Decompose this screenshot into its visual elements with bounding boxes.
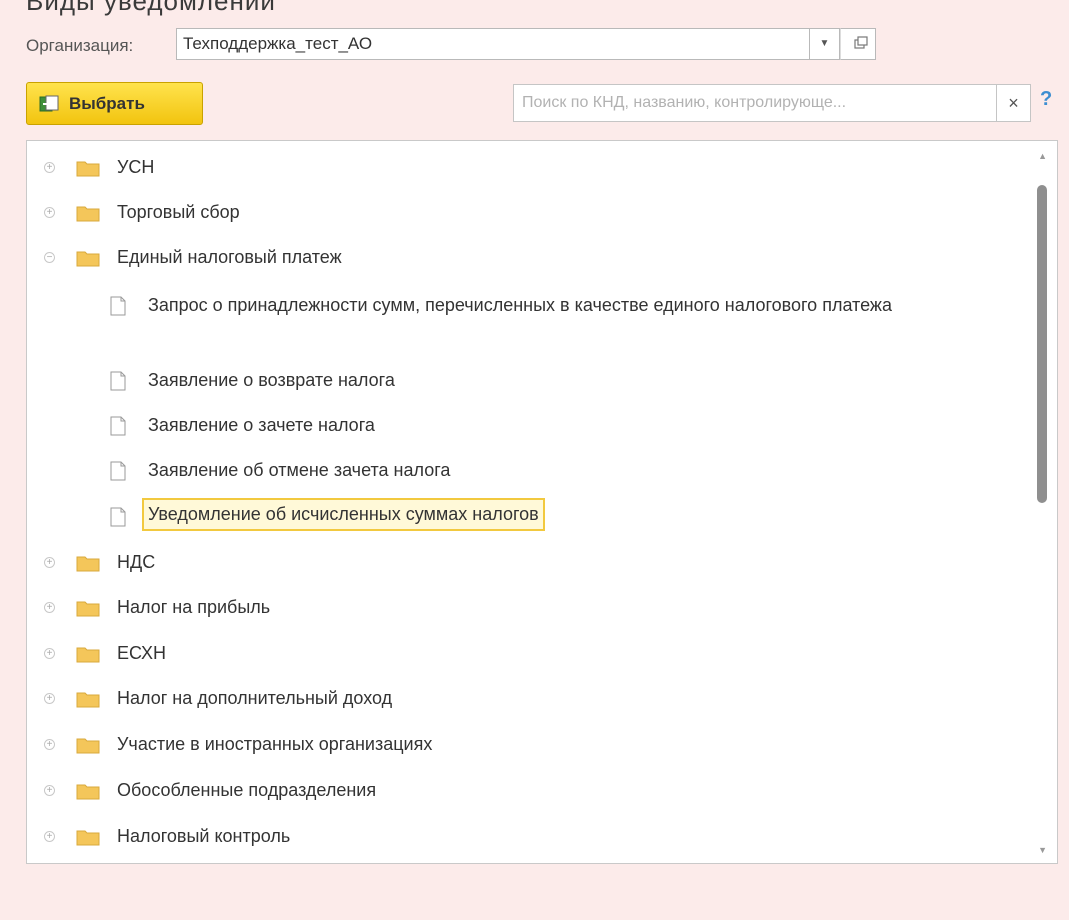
expand-icon[interactable]: + xyxy=(44,831,55,842)
folder-icon xyxy=(76,692,100,708)
tree-item-label: Налог на прибыль xyxy=(117,597,271,617)
document-icon xyxy=(110,461,126,481)
tree-item-label: УСН xyxy=(117,157,155,177)
tree-folder-row[interactable]: + Налог на прибыль xyxy=(27,591,1027,631)
collapse-icon[interactable]: − xyxy=(44,252,55,263)
organization-dropdown-button[interactable]: ▼ xyxy=(810,28,840,60)
tree-item-label: Заявление о зачете налога xyxy=(148,415,375,435)
clear-search-button[interactable]: × xyxy=(997,84,1031,122)
tree-document-row[interactable]: Заявление о зачете налога xyxy=(27,409,1027,449)
expand-icon[interactable]: + xyxy=(44,557,55,568)
folder-icon xyxy=(76,206,100,222)
tree-folder-row[interactable]: − Единый налоговый платеж xyxy=(27,241,1027,281)
organization-field[interactable]: Техподдержка_тест_АО xyxy=(176,28,810,60)
tree-item-label: ЕСХН xyxy=(117,643,166,663)
folder-icon xyxy=(76,647,100,663)
tree-folder-row[interactable]: + Обособленные подразделения xyxy=(27,774,1027,814)
document-icon xyxy=(110,416,126,436)
tree-folder-row[interactable]: + УСН xyxy=(27,151,1027,191)
close-icon: × xyxy=(1008,93,1019,113)
tree-document-row[interactable]: Запрос о принадлежности сумм, перечислен… xyxy=(27,289,1027,329)
tree-item-label: НДС xyxy=(117,552,156,572)
title-fragment: Виды уведомлений xyxy=(0,0,1069,24)
expand-icon[interactable]: + xyxy=(44,162,55,173)
tree-item-label: Налоговый контроль xyxy=(117,826,291,846)
folder-icon xyxy=(76,601,100,617)
open-window-icon xyxy=(854,36,868,49)
window-title: Виды уведомлений xyxy=(26,0,276,16)
tree-folder-row[interactable]: + ЕСХН xyxy=(27,637,1027,677)
organization-label: Организация: xyxy=(26,36,134,55)
select-icon xyxy=(39,95,59,112)
scrollbar-thumb[interactable] xyxy=(1037,185,1047,503)
expand-icon[interactable]: + xyxy=(44,785,55,796)
folder-icon xyxy=(76,738,100,754)
select-button[interactable]: Выбрать xyxy=(26,82,203,125)
tree-item-label: Налог на дополнительный доход xyxy=(117,688,393,708)
expand-icon[interactable]: + xyxy=(44,602,55,613)
tree-folder-row[interactable]: + Торговый сбор xyxy=(27,196,1027,236)
document-icon xyxy=(110,507,126,527)
chevron-down-icon: ▼ xyxy=(819,38,830,49)
expand-icon[interactable]: + xyxy=(44,693,55,704)
scroll-down-icon[interactable]: ▼ xyxy=(1038,845,1047,855)
expand-icon[interactable]: + xyxy=(44,739,55,750)
notification-types-tree: + УСН + Торговый сбор − Единый налоговый плат… xyxy=(26,140,1058,864)
tree-item-label: Единый налоговый платеж xyxy=(117,247,342,267)
tree-document-row[interactable]: Уведомление об исчисленных суммах налого… xyxy=(27,498,1027,540)
organization-open-button[interactable] xyxy=(840,28,876,60)
tree-folder-row[interactable]: + Налог на дополнительный доход xyxy=(27,682,1027,722)
tree-item-label: Заявление о возврате налога xyxy=(148,370,395,390)
expand-icon[interactable]: + xyxy=(44,648,55,659)
tree-item-label: Торговый сбор xyxy=(117,202,240,222)
tree-item-label: Заявление об отмене зачета налога xyxy=(148,460,451,480)
tree-item-label: Обособленные подразделения xyxy=(117,780,377,800)
scrollbar[interactable] xyxy=(1035,167,1049,839)
folder-icon xyxy=(76,784,100,800)
tree-folder-row[interactable]: + Участие в иностранных организациях xyxy=(27,728,1027,768)
select-button-label: Выбрать xyxy=(69,94,145,113)
folder-icon xyxy=(76,830,100,846)
tree-document-row[interactable]: Заявление об отмене зачета налога xyxy=(27,454,1027,494)
expand-icon[interactable]: + xyxy=(44,207,55,218)
tree-folder-row[interactable]: + НДС xyxy=(27,546,1027,586)
document-icon xyxy=(110,296,126,316)
tree-item-label: Участие в иностранных организациях xyxy=(117,734,433,754)
tree-folder-row[interactable]: + Налоговый контроль xyxy=(27,820,1027,860)
selected-tree-item-label: Уведомление об исчисленных суммах налого… xyxy=(142,498,545,531)
scroll-up-icon[interactable]: ▲ xyxy=(1038,151,1047,161)
tree-item-label: Запрос о принадлежности сумм, перечислен… xyxy=(148,295,892,315)
folder-icon xyxy=(76,161,100,177)
folder-icon xyxy=(76,556,100,572)
help-icon: ? xyxy=(1040,88,1053,110)
search-input[interactable] xyxy=(513,84,997,122)
folder-icon xyxy=(76,251,100,267)
tree-document-row[interactable]: Заявление о возврате налога xyxy=(27,364,1027,404)
document-icon xyxy=(110,371,126,391)
help-button[interactable]: ? xyxy=(1040,88,1052,111)
